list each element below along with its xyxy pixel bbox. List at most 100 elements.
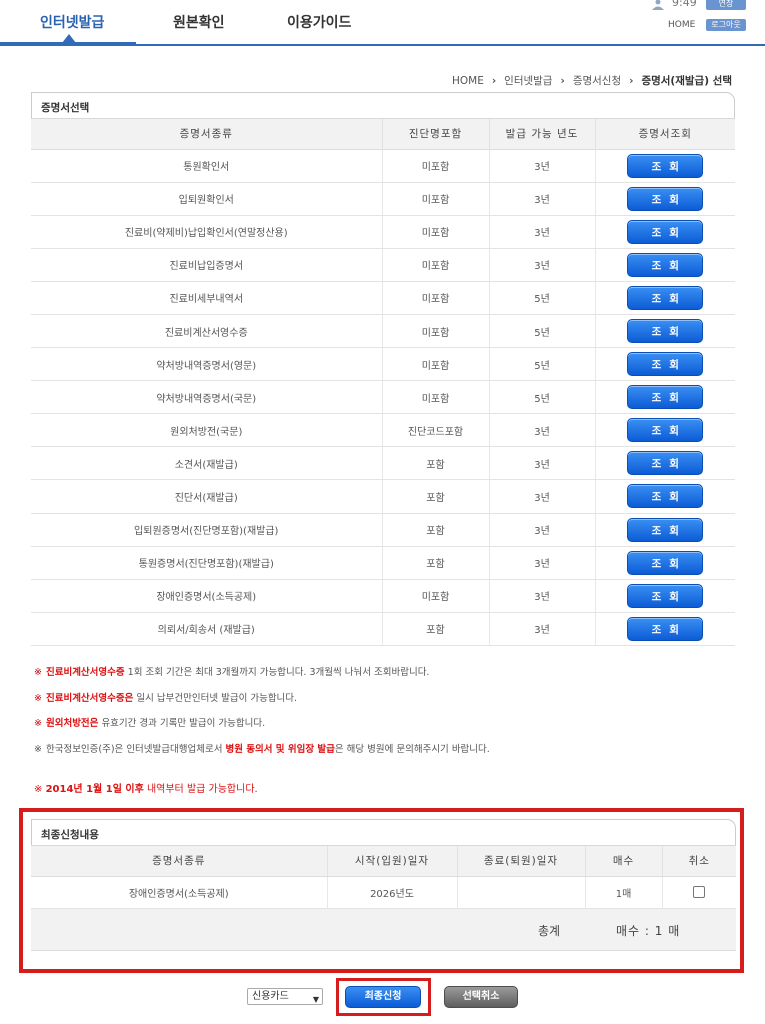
lookup-button[interactable]: 조회 <box>627 153 704 178</box>
col-cancel: 취소 <box>662 846 736 877</box>
lookup-button[interactable]: 조회 <box>627 418 704 443</box>
cert-years: 3년 <box>489 413 596 448</box>
cert-name: 약처방내역증명서(영문) <box>31 347 383 382</box>
cert-row: 약처방내역증명서(영문) 미포함 5년 조회 <box>31 347 735 382</box>
tab-usage-guide[interactable]: 이용가이드 <box>287 12 351 32</box>
cert-lookup-cell: 조회 <box>595 215 735 249</box>
payment-method-select[interactable]: 신용카드 ▼ <box>247 988 323 1005</box>
cert-name: 약처방내역증명서(국문) <box>31 380 383 415</box>
tab-original-check[interactable]: 원본확인 <box>173 12 225 32</box>
cert-diagnosis: 미포함 <box>382 281 490 315</box>
cert-lookup-cell: 조회 <box>595 149 735 183</box>
cert-diagnosis: 포함 <box>382 446 490 481</box>
notice-item: ※ 원외처방전은 유효기간 경과 기록만 발급이 가능합니다. <box>34 718 266 729</box>
section-title: 증명서선택 <box>41 102 90 114</box>
cert-row: 진료비(약제비)납입확인서(연말정산용) 미포함 3년 조회 <box>31 215 735 249</box>
cert-lookup-cell: 조회 <box>595 347 735 382</box>
breadcrumb-cert-request[interactable]: 증명서신청 <box>573 75 621 87</box>
cert-row: 진료비납입증명서 미포함 3년 조회 <box>31 248 735 282</box>
cert-row: 입퇴원증명서(진단명포함)(재발급) 포함 3년 조회 <box>31 513 735 547</box>
lookup-button[interactable]: 조회 <box>627 385 704 410</box>
cert-diagnosis: 포함 <box>382 612 490 646</box>
cert-row: 통원확인서 미포함 3년 조회 <box>31 149 735 183</box>
cancel-checkbox[interactable] <box>693 886 706 898</box>
cert-name: 진료비계산서영수증 <box>31 314 383 349</box>
total-count: 매수 : 1 매 <box>616 923 681 938</box>
cert-lookup-cell: 조회 <box>595 281 735 315</box>
cert-row: 진료비세부내역서 미포함 5년 조회 <box>31 281 735 315</box>
col-lookup: 증명서조회 <box>595 119 735 150</box>
cert-lookup-cell: 조회 <box>595 612 735 646</box>
lookup-button[interactable]: 조회 <box>627 186 704 211</box>
breadcrumb: HOME › 인터넷발급 › 증명서신청 › 증명서(재발급) 선택 <box>451 75 732 87</box>
cert-years: 5년 <box>489 281 596 315</box>
cert-years: 3년 <box>489 215 596 249</box>
cert-table-header: 증명서종류 진단명포함 발급 가능 년도 증명서조회 <box>31 119 735 150</box>
total-label: 총계 <box>538 923 561 938</box>
final-count: 1매 <box>585 876 663 909</box>
lookup-button[interactable]: 조회 <box>627 550 704 575</box>
notice-item: ※ 진료비계산서영수증은 일시 납부건만인터넷 발급이 가능합니다. <box>34 692 298 704</box>
final-end-date <box>457 876 586 909</box>
final-cert-name: 장애인증명서(소득공제) <box>31 876 328 909</box>
logout-button[interactable]: 로그아웃 <box>706 19 746 31</box>
cert-years: 5년 <box>489 380 596 415</box>
lookup-button[interactable]: 조회 <box>627 517 704 542</box>
cert-diagnosis: 미포함 <box>382 380 490 415</box>
col-cert-type: 증명서종류 <box>31 846 328 877</box>
cert-row: 장애인증명서(소득공제) 미포함 3년 조회 <box>31 579 735 613</box>
notice-item: ※ 한국정보인증(주)은 인터넷발급대행업체로서 병원 동의서 및 위임장 발급은… <box>34 743 490 755</box>
cert-name: 원외처방전(국문) <box>31 413 383 448</box>
cert-lookup-cell: 조회 <box>595 380 735 415</box>
cert-years: 3년 <box>489 182 596 216</box>
cert-name: 입퇴원증명서(진단명포함)(재발급) <box>31 513 383 547</box>
cert-diagnosis: 미포함 <box>382 579 490 613</box>
final-submit-button[interactable]: 최종신청 <box>345 986 421 1008</box>
cert-name: 진료비세부내역서 <box>31 281 383 315</box>
final-start-date: 2026년도 <box>327 876 458 909</box>
home-link[interactable]: HOME <box>668 20 695 30</box>
cert-row: 원외처방전(국문) 진단코드포함 3년 조회 <box>31 413 735 448</box>
cert-row: 입퇴원확인서 미포함 3년 조회 <box>31 182 735 216</box>
lookup-button[interactable]: 조회 <box>627 252 704 277</box>
lookup-button[interactable]: 조회 <box>627 285 704 310</box>
cancel-selection-button[interactable]: 선택취소 <box>444 986 518 1008</box>
breadcrumb-internet-issue[interactable]: 인터넷발급 <box>504 75 552 87</box>
notice-list: ※ 진료비계산서영수증 1회 조회 기간은 최대 3개월까지 가능합니다. 3개월… <box>34 664 734 766</box>
lookup-button[interactable]: 조회 <box>627 319 704 344</box>
cert-lookup-cell: 조회 <box>595 446 735 481</box>
cert-diagnosis: 미포함 <box>382 347 490 382</box>
lookup-button[interactable]: 조회 <box>627 484 704 509</box>
cert-years: 3년 <box>489 546 596 580</box>
cert-selection-header: 증명서선택 <box>31 92 735 119</box>
cert-lookup-cell: 조회 <box>595 248 735 282</box>
lookup-button[interactable]: 조회 <box>627 583 704 608</box>
cert-years: 3년 <box>489 149 596 183</box>
extend-session-button[interactable]: 연장 <box>706 0 746 10</box>
final-request-section: 최종신청내용 증명서종류 시작(입원)일자 종료(퇴원)일자 매수 취소 장애인… <box>31 819 736 951</box>
cert-row: 소견서(재발급) 포함 3년 조회 <box>31 446 735 481</box>
top-navigation: 인터넷발급 원본확인 이용가이드 9:49 연장 HOME 로그아웃 <box>0 0 765 46</box>
chevron-down-icon: ▼ <box>312 995 319 1004</box>
cert-name: 진료비(약제비)납입확인서(연말정산용) <box>31 215 383 249</box>
col-diagnosis: 진단명포함 <box>382 119 490 150</box>
lookup-button[interactable]: 조회 <box>627 352 704 377</box>
cert-lookup-cell: 조회 <box>595 314 735 349</box>
section-title: 최종신청내용 <box>41 829 99 841</box>
lookup-button[interactable]: 조회 <box>627 616 704 641</box>
cert-years: 3년 <box>489 479 596 514</box>
cert-lookup-cell: 조회 <box>595 513 735 547</box>
user-icon <box>652 0 664 10</box>
cert-diagnosis: 미포함 <box>382 248 490 282</box>
cert-diagnosis: 포함 <box>382 546 490 580</box>
breadcrumb-home[interactable]: HOME <box>452 75 484 87</box>
cert-row: 의뢰서/회송서 (재발급) 포함 3년 조회 <box>31 612 735 646</box>
tab-internet-issue[interactable]: 인터넷발급 <box>40 12 104 32</box>
lookup-button[interactable]: 조회 <box>627 219 704 244</box>
active-tab-underline <box>0 42 136 46</box>
cert-diagnosis: 포함 <box>382 479 490 514</box>
col-count: 매수 <box>585 846 663 877</box>
lookup-button[interactable]: 조회 <box>627 451 704 476</box>
cert-name: 소견서(재발급) <box>31 446 383 481</box>
cert-selection-section: 증명서선택 증명서종류 진단명포함 발급 가능 년도 증명서조회 통원확인서 미포… <box>31 92 735 646</box>
